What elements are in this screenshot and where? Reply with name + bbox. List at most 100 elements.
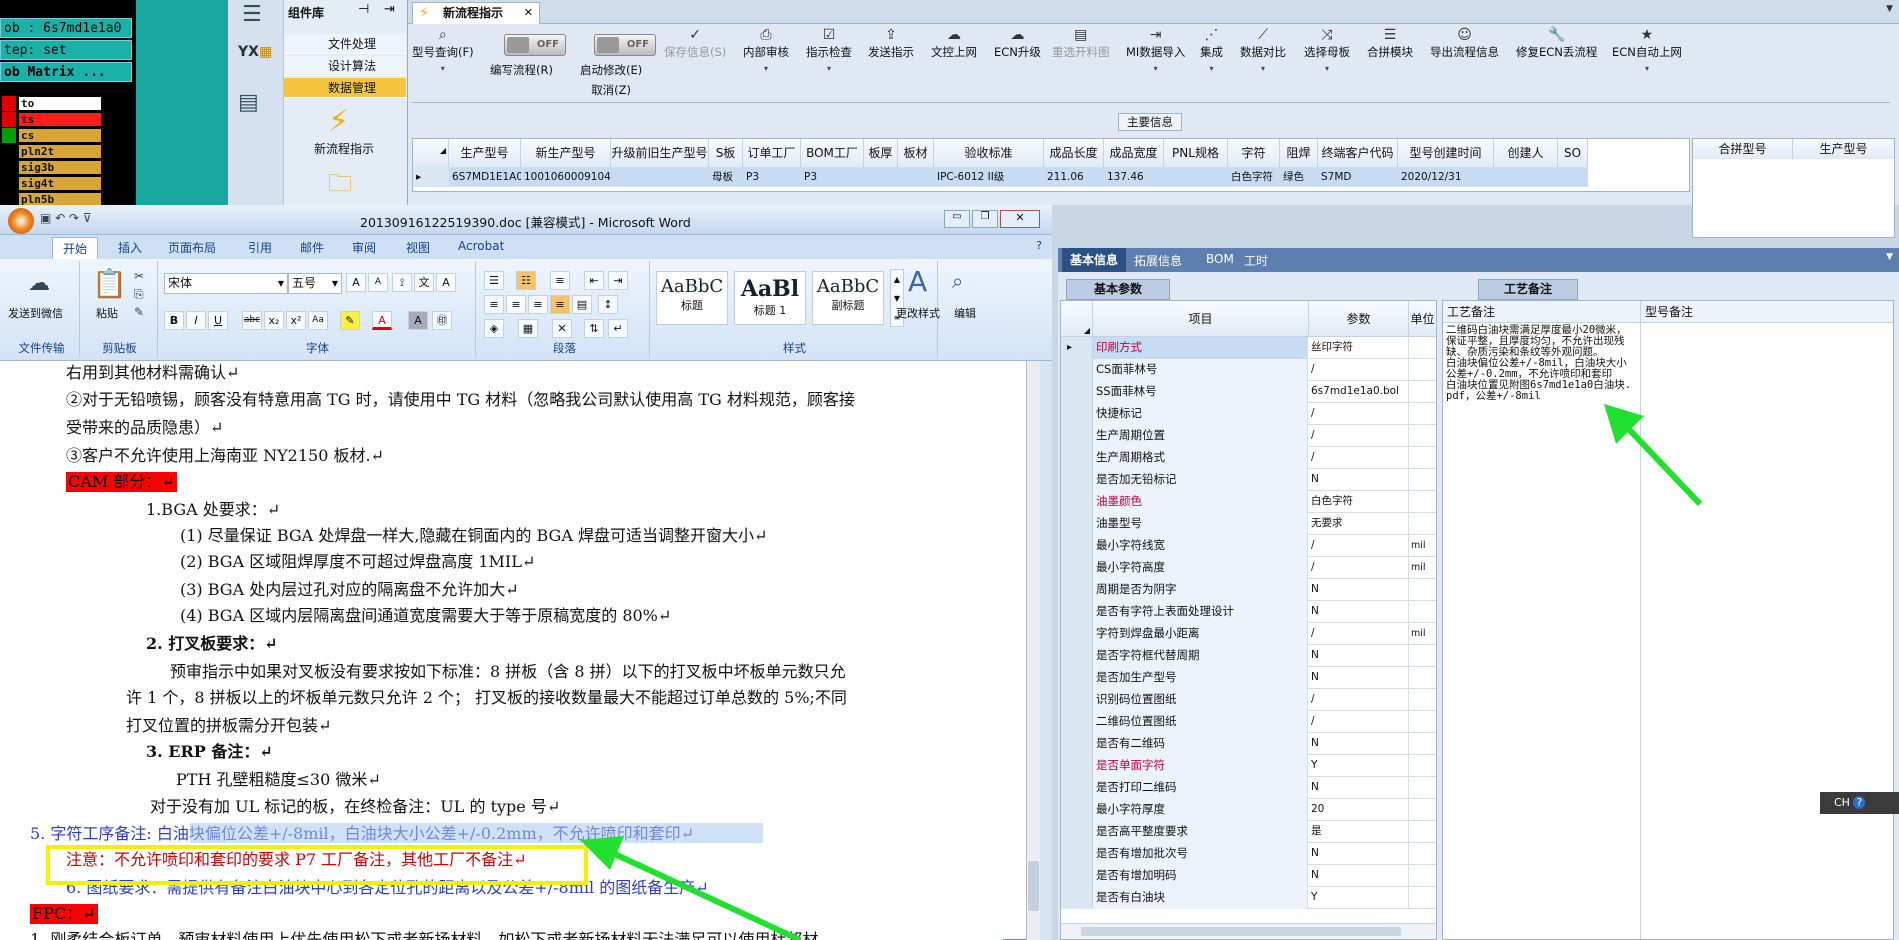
close-icon[interactable]: ✕ [524,3,533,23]
dropdown-arrow-icon[interactable]: ▼ [1886,4,1893,14]
tab-process-notes[interactable]: 工艺备注 [1478,279,1578,300]
document-line[interactable]: PTH 孔壁粗糙度≤30 微米↵ [176,770,381,790]
grid-cell[interactable] [1494,167,1558,187]
highlight-icon[interactable]: ✎ [340,311,360,330]
minimize-button[interactable]: ▭ [944,210,970,228]
ribbon-tab[interactable]: 开始 [52,237,99,259]
strike-icon[interactable]: abc [242,311,262,330]
layer-swatch[interactable] [2,144,16,159]
param-value[interactable]: / [1309,711,1409,733]
merge-grid[interactable]: 合拼型号 生产型号 [1692,138,1895,238]
layer-swatch[interactable] [2,112,16,127]
toolbar-button[interactable]: 编写流程(R) [490,62,553,78]
sort-icon[interactable]: ⇅ [584,319,604,338]
param-row[interactable]: 是否字符框代替周期 N [1061,645,1436,667]
wechat-icon[interactable]: ☁ [28,271,50,296]
grid-header[interactable]: 阻焊 [1280,139,1318,167]
numbering-icon[interactable]: ☷ [516,271,536,290]
align-left-icon[interactable]: ≡ [484,295,504,314]
param-value[interactable]: / [1309,557,1409,579]
scroll-thumb[interactable] [1028,861,1039,911]
show-marks-icon[interactable]: ↵ [608,319,628,338]
toolbar-button[interactable]: ☁ 文控上网 [931,26,977,60]
grid-cell[interactable] [898,167,934,187]
layer-swatch[interactable] [2,176,16,191]
toolbar-button[interactable]: 🔧 修复ECN丢流程 [1516,26,1597,60]
office-button-icon[interactable] [8,208,34,234]
quick-access-icons[interactable]: ▣ ↶ ↷ ⊽ [40,211,92,225]
language-bar[interactable]: CH ? [1820,792,1899,814]
ribbon-tab[interactable]: 引用 [248,239,272,256]
param-row[interactable]: 是否单面字符 Y [1061,755,1436,777]
font-name-select[interactable]: 宋体 ▼ [164,273,288,294]
tab-basic-params[interactable]: 基本参数 [1066,279,1170,300]
grid-cell[interactable]: 10010600091048 [521,167,611,187]
document-line[interactable]: (1) 尽量保证 BGA 处焊盘一样大,隐藏在铜面内的 BGA 焊盘可适当调整开… [180,526,767,546]
horizontal-scrollbar[interactable] [1061,923,1436,939]
font-color-icon[interactable]: A [372,311,392,330]
charshading-icon[interactable]: 文 [414,273,434,292]
toolbar-button[interactable]: 启动修改(E) 取消(Z) [580,62,642,98]
document-line[interactable]: 许 1 个，8 拼板以上的坏板单元数只允许 2 个； 打叉板的接收数量最大不能超… [126,688,847,708]
tab-basic-info[interactable]: 基本信息 [1062,248,1127,272]
grid-cell[interactable]: S7MD [1318,167,1398,187]
param-value[interactable]: N [1309,645,1409,667]
style-gallery-item[interactable]: AaBbC 副标题 [812,271,884,325]
param-value[interactable]: / [1309,535,1409,557]
grid-cell[interactable] [611,167,709,187]
document-line[interactable]: 1.BGA 处要求：↵ [146,500,280,520]
param-row[interactable]: 是否有白油块 Y [1061,887,1436,909]
grid-header[interactable]: 板材 [898,139,934,167]
toolbar-button[interactable]: ⌕ 型号查询(F) ▾ [412,26,474,73]
layer-row[interactable]: sig3b [18,160,102,175]
tab-hours[interactable]: 工时 [1244,252,1268,269]
borders-icon[interactable]: ▦ [518,319,538,338]
toggle-switch[interactable]: OFF [504,34,566,56]
grid-cell[interactable] [864,167,898,187]
param-row[interactable]: 快捷标记 / [1061,403,1436,425]
param-row[interactable]: 是否加生产型号 N [1061,667,1436,689]
toolbar-button[interactable]: ▤ 重选开料图 [1052,26,1110,60]
toolbar-button[interactable]: ⇥ MI数据导入 ▾ [1126,26,1185,73]
layer-row[interactable]: ts [18,112,102,127]
tab-extended-info[interactable]: 拓展信息 [1134,252,1182,269]
document-line[interactable]: 受带来的品质隐患）↵ [66,418,223,438]
layer-row[interactable]: pln2t [18,144,102,159]
dropdown-arrow-icon[interactable]: ▾ [1304,64,1350,73]
document-line[interactable]: CAM 部分：↵ [66,472,177,492]
param-row[interactable]: 是否有字符上表面处理设计 N [1061,601,1436,623]
vertical-scrollbar[interactable] [1026,361,1040,940]
grid-header[interactable]: 成品长度 [1044,139,1104,167]
menu-icon[interactable]: ☰ [242,2,262,27]
bold-icon[interactable]: B [164,311,184,330]
param-row[interactable]: ▸ 印刷方式 丝印字符 [1061,337,1436,359]
toolbar-button[interactable]: ☺ 导出流程信息 [1430,26,1499,60]
toolbar-button[interactable]: ⤨ 选择母板 ▾ [1304,26,1350,73]
param-value[interactable]: N [1309,843,1409,865]
nav-label[interactable]: 新流程指示 [314,140,374,157]
param-value[interactable]: N [1309,601,1409,623]
param-row[interactable]: 二维码位置图纸 / [1061,711,1436,733]
ribbon-tab[interactable]: Acrobat [458,239,504,253]
grid-header[interactable]: 新生产型号 [521,139,611,167]
toolbar-button[interactable]: ✓ 保存信息(S) [664,26,726,60]
calculator-icon[interactable]: ▤ [238,90,272,120]
component-item-file[interactable]: 文件处理 [284,34,406,54]
terminal-line[interactable]: ob Matrix ... [0,62,132,82]
subscript-icon[interactable]: x₂ [264,311,284,330]
param-value[interactable]: 丝印字符 [1309,337,1409,359]
dropdown-arrow-icon[interactable]: ▾ [1200,64,1223,73]
document-line[interactable]: (3) BGA 处内层过孔对应的隔离盘不允许加大↵ [180,580,519,600]
param-row[interactable]: 周期是否为阴字 N [1061,579,1436,601]
grid-cell[interactable]: 6S7MD1E1A0 [449,167,521,187]
grid-header[interactable]: S板 [709,139,743,167]
italic-icon[interactable]: I [186,311,206,330]
dropdown-arrow-icon[interactable]: ▾ [806,64,852,73]
grid-cell[interactable] [1164,167,1228,187]
paste-button[interactable]: 粘贴 [96,305,118,321]
toolbar-button[interactable]: ⎙ 内部审核 ▾ [743,26,789,73]
ribbon-tab[interactable]: 页面布局 [168,239,216,256]
help-icon[interactable]: ? [1036,239,1042,252]
document-line[interactable]: 打叉位置的拼板需分开包装↵ [126,716,331,736]
param-row[interactable]: CS面菲林号 / [1061,359,1436,381]
